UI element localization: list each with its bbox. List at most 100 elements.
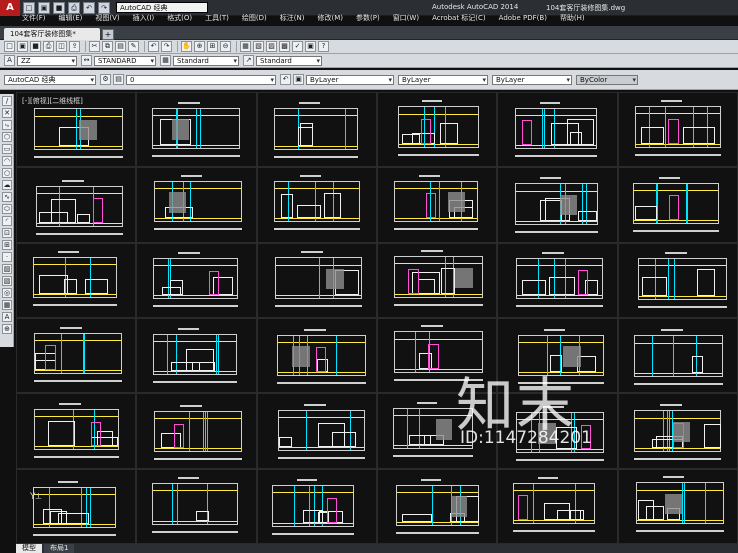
zoom-window-icon[interactable]: ⊞ xyxy=(207,41,218,52)
furniture-block xyxy=(551,122,579,145)
polyline-icon[interactable]: ⤷ xyxy=(2,120,12,130)
menu-parametric[interactable]: 参数(P) xyxy=(356,13,380,24)
table-icon[interactable]: ▦ xyxy=(2,300,12,310)
redo-icon[interactable]: ↷ xyxy=(98,1,110,14)
polygon-icon[interactable]: ⬡ xyxy=(2,132,12,142)
dimension-line xyxy=(659,404,682,407)
match-properties-icon[interactable]: ✎ xyxy=(128,41,139,52)
dimension-line xyxy=(33,380,122,383)
new-icon[interactable]: □ xyxy=(4,41,15,52)
menu-dimension[interactable]: 标注(N) xyxy=(280,13,305,24)
make-block-icon[interactable]: ⊞ xyxy=(2,240,12,250)
paste-icon[interactable]: ▤ xyxy=(115,41,126,52)
zoom-realtime-icon[interactable]: ⊕ xyxy=(194,41,205,52)
text-style-icon[interactable]: A xyxy=(4,55,15,66)
menu-format[interactable]: 格式(O) xyxy=(167,13,192,24)
undo-icon[interactable]: ↶ xyxy=(83,1,95,14)
undo-icon[interactable]: ↶ xyxy=(148,41,159,52)
zoom-previous-icon[interactable]: ⊖ xyxy=(220,41,231,52)
autocad-logo-icon[interactable]: A xyxy=(0,0,20,16)
insert-block-icon[interactable]: ⊡ xyxy=(2,228,12,238)
menu-modify[interactable]: 修改(M) xyxy=(317,13,343,24)
drawing-cell xyxy=(136,167,257,243)
redo-icon[interactable]: ↷ xyxy=(161,41,172,52)
menu-window[interactable]: 窗口(W) xyxy=(393,13,419,24)
menu-file[interactable]: 文件(F) xyxy=(22,13,46,24)
mleader-style-select[interactable]: Standard xyxy=(256,55,322,66)
revision-cloud-icon[interactable]: ☁ xyxy=(2,180,12,190)
furniture-block xyxy=(195,510,210,521)
print-icon[interactable]: ⎙ xyxy=(68,1,80,14)
elevation-drawing xyxy=(634,106,722,148)
menu-acrobat[interactable]: Acrobat 标记(C) xyxy=(432,13,486,24)
construction-line-icon[interactable]: ✕ xyxy=(2,108,12,118)
spline-icon[interactable]: ∿ xyxy=(2,192,12,202)
arc-icon[interactable]: ◠ xyxy=(2,156,12,166)
line-icon[interactable]: / xyxy=(2,96,12,106)
tab-model[interactable]: 模型 xyxy=(16,544,42,553)
gradient-icon[interactable]: ▧ xyxy=(2,276,12,286)
dimension-line xyxy=(60,326,83,329)
rectangle-icon[interactable]: ▭ xyxy=(2,144,12,154)
sheet-set-icon[interactable]: ▩ xyxy=(279,41,290,52)
viewport-controls[interactable]: [-][俯视][二维线框] xyxy=(22,96,83,106)
ellipse-arc-icon[interactable]: ◜ xyxy=(2,216,12,226)
layer-state-icon[interactable]: ▣ xyxy=(293,74,304,85)
menu-help[interactable]: 帮助(H) xyxy=(560,13,585,24)
elevation-drawing xyxy=(274,108,358,150)
dim-style-icon[interactable]: ↔ xyxy=(81,55,92,66)
dimension-line xyxy=(300,251,323,254)
publish-icon[interactable]: ⇪ xyxy=(69,41,80,52)
dim-style-select[interactable]: STANDARD xyxy=(94,55,156,66)
table-style-select[interactable]: Standard xyxy=(173,55,239,66)
menu-adobe-pdf[interactable]: Adobe PDF(B) xyxy=(499,13,547,24)
layer-properties-icon[interactable]: ▤ xyxy=(113,74,124,85)
layer-previous-icon[interactable]: ↶ xyxy=(280,74,291,85)
mleader-style-icon[interactable]: ↗ xyxy=(243,55,254,66)
menu-insert[interactable]: 插入(I) xyxy=(133,13,155,24)
design-center-icon[interactable]: ▧ xyxy=(253,41,264,52)
tab-layout1[interactable]: 布局1 xyxy=(44,544,75,553)
lineweight-select[interactable]: ByLayer xyxy=(492,74,572,85)
tool-palettes-icon[interactable]: ▨ xyxy=(266,41,277,52)
menu-view[interactable]: 视图(V) xyxy=(95,13,119,24)
menu-edit[interactable]: 编辑(E) xyxy=(59,13,83,24)
layer-select[interactable]: 0 xyxy=(126,74,276,85)
menu-draw[interactable]: 绘图(D) xyxy=(242,13,267,24)
multiline-text-icon[interactable]: A xyxy=(2,312,12,322)
pan-icon[interactable]: ✋ xyxy=(181,41,192,52)
preview-icon[interactable]: ◫ xyxy=(56,41,67,52)
dimension-line xyxy=(420,325,443,328)
properties-icon[interactable]: ▦ xyxy=(240,41,251,52)
region-icon[interactable]: ◎ xyxy=(2,288,12,298)
save-icon[interactable]: ■ xyxy=(30,41,41,52)
open-icon[interactable]: ▣ xyxy=(17,41,28,52)
hatch-icon[interactable]: ▨ xyxy=(2,264,12,274)
workspace-select-secondary[interactable]: AutoCAD 经典 xyxy=(4,74,96,85)
help-icon[interactable]: ? xyxy=(318,41,329,52)
calculator-icon[interactable]: ▣ xyxy=(305,41,316,52)
menu-tools[interactable]: 工具(T) xyxy=(205,13,229,24)
elevation-line xyxy=(34,294,117,296)
print-icon[interactable]: ⎙ xyxy=(43,41,54,52)
table-style-icon[interactable]: ▦ xyxy=(160,55,171,66)
text-style-select[interactable]: ZZ xyxy=(17,55,77,66)
plotstyle-select[interactable]: ByColor xyxy=(576,74,638,85)
save-icon[interactable]: ■ xyxy=(53,1,65,14)
markup-icon[interactable]: ✓ xyxy=(292,41,303,52)
color-select[interactable]: ByLayer xyxy=(306,74,394,85)
workspace-select[interactable]: AutoCAD 经典 xyxy=(116,2,208,13)
new-tab-button[interactable]: + xyxy=(102,29,114,40)
ellipse-icon[interactable]: ⬭ xyxy=(2,204,12,214)
new-icon[interactable]: □ xyxy=(23,1,35,14)
open-icon[interactable]: ▣ xyxy=(38,1,50,14)
linetype-select[interactable]: ByLayer xyxy=(398,74,488,85)
point-icon[interactable]: · xyxy=(2,252,12,262)
circle-icon[interactable]: ○ xyxy=(2,168,12,178)
furniture-block xyxy=(77,214,90,224)
copy-icon[interactable]: ⧉ xyxy=(102,41,113,52)
tab-document[interactable]: 104套客厅装修图集* xyxy=(4,28,100,40)
cut-icon[interactable]: ✂ xyxy=(89,41,100,52)
add-selected-icon[interactable]: ⊕ xyxy=(2,324,12,334)
gear-icon[interactable]: ⚙ xyxy=(100,74,111,85)
